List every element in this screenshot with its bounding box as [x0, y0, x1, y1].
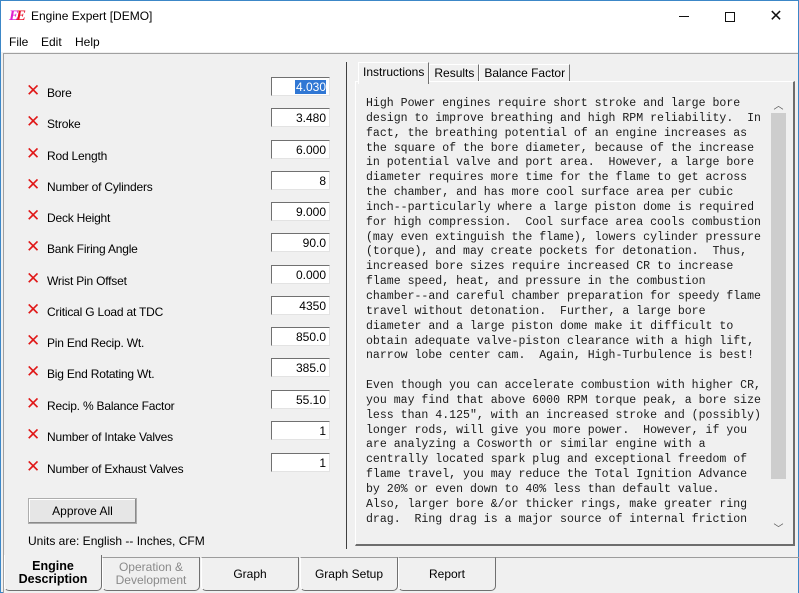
instructions-pane: High Power engines require short stroke …: [355, 81, 795, 546]
param-label: Recip. % Balance Factor: [47, 399, 175, 413]
param-label: Wrist Pin Offset: [47, 274, 127, 288]
x-icon: ✕: [26, 300, 41, 320]
client-area: ✕ Bore 4.030 ✕ Stroke 3.480 ✕ Rod Length…: [3, 53, 799, 593]
param-label: Stroke: [47, 117, 81, 131]
units-label: Units are: English -- Inches, CFM: [28, 534, 205, 548]
param-label: Critical G Load at TDC: [47, 305, 164, 319]
x-icon: ✕: [26, 112, 41, 132]
param-row-stroke: ✕ Stroke 3.480: [26, 108, 336, 133]
instructions-text: High Power engines require short stroke …: [366, 97, 761, 526]
param-label: Deck Height: [47, 211, 111, 225]
x-icon: ✕: [26, 237, 41, 257]
pin-end-recip-wt-input[interactable]: 850.0: [271, 327, 330, 346]
param-value: 4.030: [294, 80, 326, 94]
close-button[interactable]: ✕: [753, 1, 799, 32]
menu-bar: File Edit Help: [1, 32, 798, 52]
close-icon: ✕: [769, 7, 783, 25]
menu-edit[interactable]: Edit: [41, 35, 62, 49]
tab-label: Operation & Development: [115, 560, 187, 587]
tab-graph-setup[interactable]: Graph Setup: [300, 557, 398, 591]
param-label: Bore: [47, 86, 72, 100]
tab-label: Engine Description: [18, 558, 88, 586]
app-logo-icon: EE: [9, 8, 26, 24]
param-row-rod-length: ✕ Rod Length 6.000: [26, 140, 336, 165]
balance-factor-input[interactable]: 55.10: [271, 390, 330, 409]
x-icon: ✕: [26, 457, 41, 477]
bottom-tab-bar: Engine Description Operation & Developme…: [4, 555, 799, 593]
param-row-balance-factor: ✕ Recip. % Balance Factor 55.10: [26, 390, 336, 415]
tab-report[interactable]: Report: [398, 557, 496, 591]
param-row-big-end-rotating-wt: ✕ Big End Rotating Wt. 385.0: [26, 358, 336, 383]
param-label: Pin End Recip. Wt.: [47, 336, 145, 350]
minimize-button[interactable]: [661, 1, 707, 32]
tab-engine-description[interactable]: Engine Description: [4, 555, 102, 591]
intake-valves-input[interactable]: 1: [271, 421, 330, 440]
param-row-bore: ✕ Bore 4.030: [26, 77, 336, 102]
x-icon: ✕: [26, 331, 41, 351]
param-label: Number of Cylinders: [47, 180, 153, 194]
tab-label: Graph Setup: [314, 566, 384, 581]
param-row-pin-end-recip-wt: ✕ Pin End Recip. Wt. 850.0: [26, 327, 336, 352]
deck-height-input[interactable]: 9.000: [271, 202, 330, 221]
info-tabs: Instructions Results Balance Factor: [358, 62, 571, 84]
menu-file[interactable]: File: [9, 35, 28, 49]
param-row-wrist-pin-offset: ✕ Wrist Pin Offset 0.000: [26, 265, 336, 290]
info-panel: Instructions Results Balance Factor High…: [353, 60, 799, 551]
param-label: Number of Exhaust Valves: [47, 462, 184, 476]
stroke-input[interactable]: 3.480: [271, 108, 330, 127]
app-window: EE Engine Expert [DEMO] ✕ File Edit Help…: [0, 0, 799, 593]
x-icon: ✕: [26, 362, 41, 382]
exhaust-valves-input[interactable]: 1: [271, 453, 330, 472]
minimize-icon: [679, 16, 689, 17]
bore-input[interactable]: 4.030: [271, 77, 330, 96]
vertical-scrollbar[interactable]: ︿ ﹀: [770, 96, 787, 536]
engine-parameters-panel: ✕ Bore 4.030 ✕ Stroke 3.480 ✕ Rod Length…: [4, 54, 348, 557]
param-row-intake-valves: ✕ Number of Intake Valves 1: [26, 421, 336, 446]
tab-graph[interactable]: Graph: [201, 557, 299, 591]
tab-label: Report: [428, 566, 466, 581]
x-icon: ✕: [26, 175, 41, 195]
menu-help[interactable]: Help: [75, 35, 100, 49]
cylinders-input[interactable]: 8: [271, 171, 330, 190]
window-title: Engine Expert [DEMO]: [31, 9, 153, 23]
param-label: Big End Rotating Wt.: [47, 367, 155, 381]
param-row-bank-firing-angle: ✕ Bank Firing Angle 90.0: [26, 233, 336, 258]
rod-length-input[interactable]: 6.000: [271, 140, 330, 159]
x-icon: ✕: [26, 206, 41, 226]
param-label: Rod Length: [47, 149, 108, 163]
chevron-down-icon[interactable]: ﹀: [770, 519, 787, 536]
maximize-button[interactable]: [707, 1, 753, 32]
param-row-cylinders: ✕ Number of Cylinders 8: [26, 171, 336, 196]
bank-firing-angle-input[interactable]: 90.0: [271, 233, 330, 252]
maximize-icon: [725, 11, 735, 22]
chevron-up-icon[interactable]: ︿: [770, 96, 787, 113]
title-bar: EE Engine Expert [DEMO] ✕: [1, 1, 798, 32]
wrist-pin-offset-input[interactable]: 0.000: [271, 265, 330, 284]
x-icon: ✕: [26, 425, 41, 445]
tab-operation-development[interactable]: Operation & Development: [102, 557, 200, 591]
x-icon: ✕: [26, 81, 41, 101]
param-row-critical-g-load: ✕ Critical G Load at TDC 4350: [26, 296, 336, 321]
param-label: Bank Firing Angle: [47, 242, 138, 256]
x-icon: ✕: [26, 144, 41, 164]
tab-label: Graph: [233, 566, 267, 581]
param-row-exhaust-valves: ✕ Number of Exhaust Valves 1: [26, 453, 336, 478]
big-end-rotating-wt-input[interactable]: 385.0: [271, 358, 330, 377]
scrollbar-thumb[interactable]: [771, 113, 786, 479]
tab-instructions[interactable]: Instructions: [358, 62, 430, 84]
approve-all-button[interactable]: Approve All: [28, 498, 137, 524]
x-icon: ✕: [26, 269, 41, 289]
param-row-deck-height: ✕ Deck Height 9.000: [26, 202, 336, 227]
critical-g-load-input[interactable]: 4350: [271, 296, 330, 315]
panel-divider: [346, 62, 347, 549]
x-icon: ✕: [26, 394, 41, 414]
param-label: Number of Intake Valves: [47, 430, 173, 444]
